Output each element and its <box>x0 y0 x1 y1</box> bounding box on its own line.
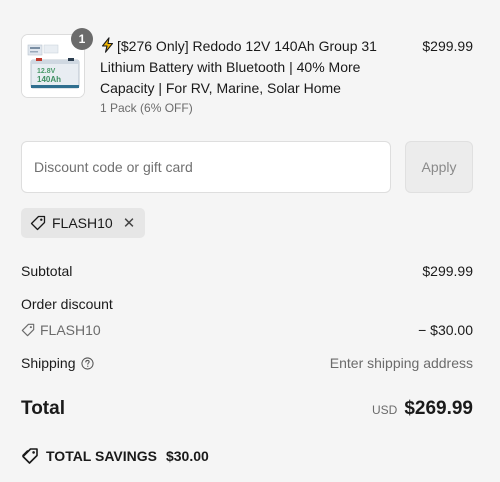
applied-code-label: FLASH10 <box>52 215 113 231</box>
total-savings-label: TOTAL SAVINGS <box>46 448 157 464</box>
apply-discount-button[interactable]: Apply <box>405 141 473 193</box>
total-label: Total <box>21 398 65 419</box>
svg-text:140Ah: 140Ah <box>37 75 61 84</box>
lightning-icon <box>101 37 114 53</box>
tag-icon <box>21 323 35 337</box>
currency-code: USD <box>371 403 398 417</box>
order-discount-code-text: FLASH10 <box>40 322 101 338</box>
discount-code-input[interactable] <box>21 141 391 193</box>
subtotal-row: Subtotal $299.99 <box>21 263 473 279</box>
tag-icon <box>30 215 46 231</box>
order-discount-value: − $30.00 <box>418 322 473 338</box>
subtotal-value: $299.99 <box>422 263 473 279</box>
remove-code-close-icon[interactable]: ✕ <box>123 216 136 231</box>
subtotal-label: Subtotal <box>21 263 73 279</box>
shipping-label: Shipping <box>21 355 76 371</box>
total-value: $269.99 <box>404 398 473 419</box>
applied-discount-chip: FLASH10 ✕ <box>21 208 146 238</box>
total-savings-value: $30.00 <box>165 448 209 464</box>
order-discount-label: Order discount <box>21 296 113 312</box>
item-price: $299.99 <box>422 38 473 54</box>
total-value-group: USD $269.99 <box>372 398 473 420</box>
product-title-text: [$276 Only] Redodo 12V 140Ah Group 31 Li… <box>100 38 377 96</box>
total-row: Total USD $269.99 <box>21 398 473 424</box>
product-title: [$276 Only] Redodo 12V 140Ah Group 31 Li… <box>100 36 400 99</box>
quantity-badge: 1 <box>71 28 93 50</box>
total-savings: TOTAL SAVINGS $30.00 <box>21 447 209 465</box>
svg-text:12.8V: 12.8V <box>37 68 56 75</box>
product-variant: 1 Pack (6% OFF) <box>100 101 193 115</box>
shipping-value: Enter shipping address <box>329 355 473 371</box>
cart-line-item: 12.8V 140Ah 1 [$276 Only] Redodo 12V 140… <box>21 28 473 118</box>
order-discount-code: FLASH10 <box>21 322 473 338</box>
help-circle-icon[interactable] <box>80 356 94 370</box>
order-discount-detail-row: FLASH10 − $30.00 <box>21 322 473 338</box>
shipping-row: Shipping Enter shipping address <box>21 355 473 371</box>
order-discount-row: Order discount <box>21 296 473 312</box>
savings-tag-icon <box>22 448 38 464</box>
